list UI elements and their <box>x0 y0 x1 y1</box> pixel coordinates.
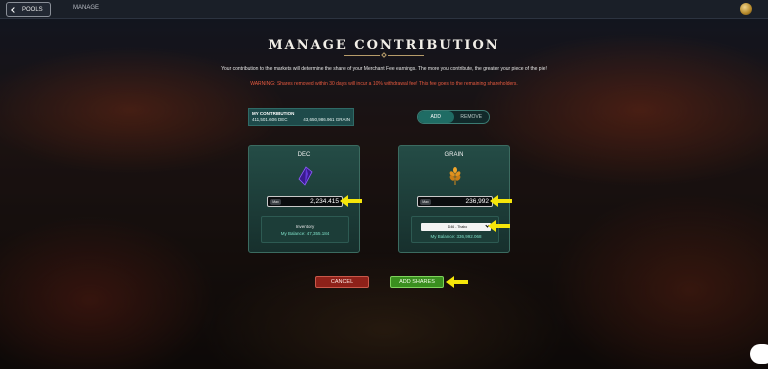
withdrawal-warning: WARNING: Shares removed within 30 days w… <box>250 81 518 87</box>
grain-max-button[interactable]: Max <box>420 199 431 205</box>
top-bar: POOLS MANAGE <box>0 0 768 19</box>
dec-balance: My Balance: 47,355.184 <box>280 231 330 236</box>
grain-source-select[interactable]: D46 - Thabo <box>421 223 491 231</box>
grain-card-title: GRAIN <box>444 152 464 158</box>
grain-wheat-icon <box>449 167 461 185</box>
inventory-label: Inventory <box>295 224 315 229</box>
dec-amount-value: 2,234.415 <box>310 198 339 205</box>
add-shares-button[interactable]: ADD SHARES <box>390 276 444 288</box>
tab-remove[interactable]: REMOVE <box>454 111 490 123</box>
chat-widget-icon[interactable] <box>750 344 768 364</box>
back-to-pools-button[interactable]: POOLS <box>6 2 51 17</box>
title-ornament <box>344 52 424 58</box>
contribution-grain: 43,650,986.961 GRAIN <box>303 117 350 122</box>
annotation-arrow-icon <box>490 195 512 207</box>
grain-balance: My Balance: 336,992.068 <box>430 234 482 239</box>
page-subtitle: Your contribution to the markets will de… <box>221 66 547 72</box>
tab-add[interactable]: ADD <box>418 111 454 123</box>
grain-amount-value: 236,992 <box>465 198 490 205</box>
cancel-button[interactable]: CANCEL <box>315 276 369 288</box>
add-remove-toggle: ADD REMOVE <box>417 110 490 124</box>
annotation-arrow-icon <box>488 220 510 232</box>
dec-inventory-box: Inventory My Balance: 47,355.184 <box>261 216 349 243</box>
dec-amount-input[interactable]: Max 2,234.415 <box>267 196 343 207</box>
grain-source-box: D46 - Thabo My Balance: 336,992.068 <box>411 216 499 243</box>
contribution-label: MY CONTRIBUTION <box>252 111 295 116</box>
dec-max-button[interactable]: Max <box>270 199 281 205</box>
dec-crystal-icon <box>298 166 313 186</box>
annotation-arrow-icon <box>340 195 362 207</box>
back-button-label: POOLS <box>22 6 43 13</box>
grain-amount-input[interactable]: Max 236,992 <box>417 196 493 207</box>
my-contribution-panel: MY CONTRIBUTION 411,501.606 DEC 43,650,9… <box>248 108 354 126</box>
breadcrumb-manage: MANAGE <box>73 5 100 11</box>
dec-card-title: DEC <box>297 152 311 158</box>
contribution-dec: 411,501.606 DEC <box>252 117 288 122</box>
chevron-left-icon <box>11 6 17 13</box>
grain-source-selected: D46 - Thabo <box>447 225 468 229</box>
avatar[interactable] <box>740 3 752 15</box>
page-title: MANAGE CONTRIBUTION <box>268 38 500 53</box>
annotation-arrow-icon <box>446 276 468 288</box>
